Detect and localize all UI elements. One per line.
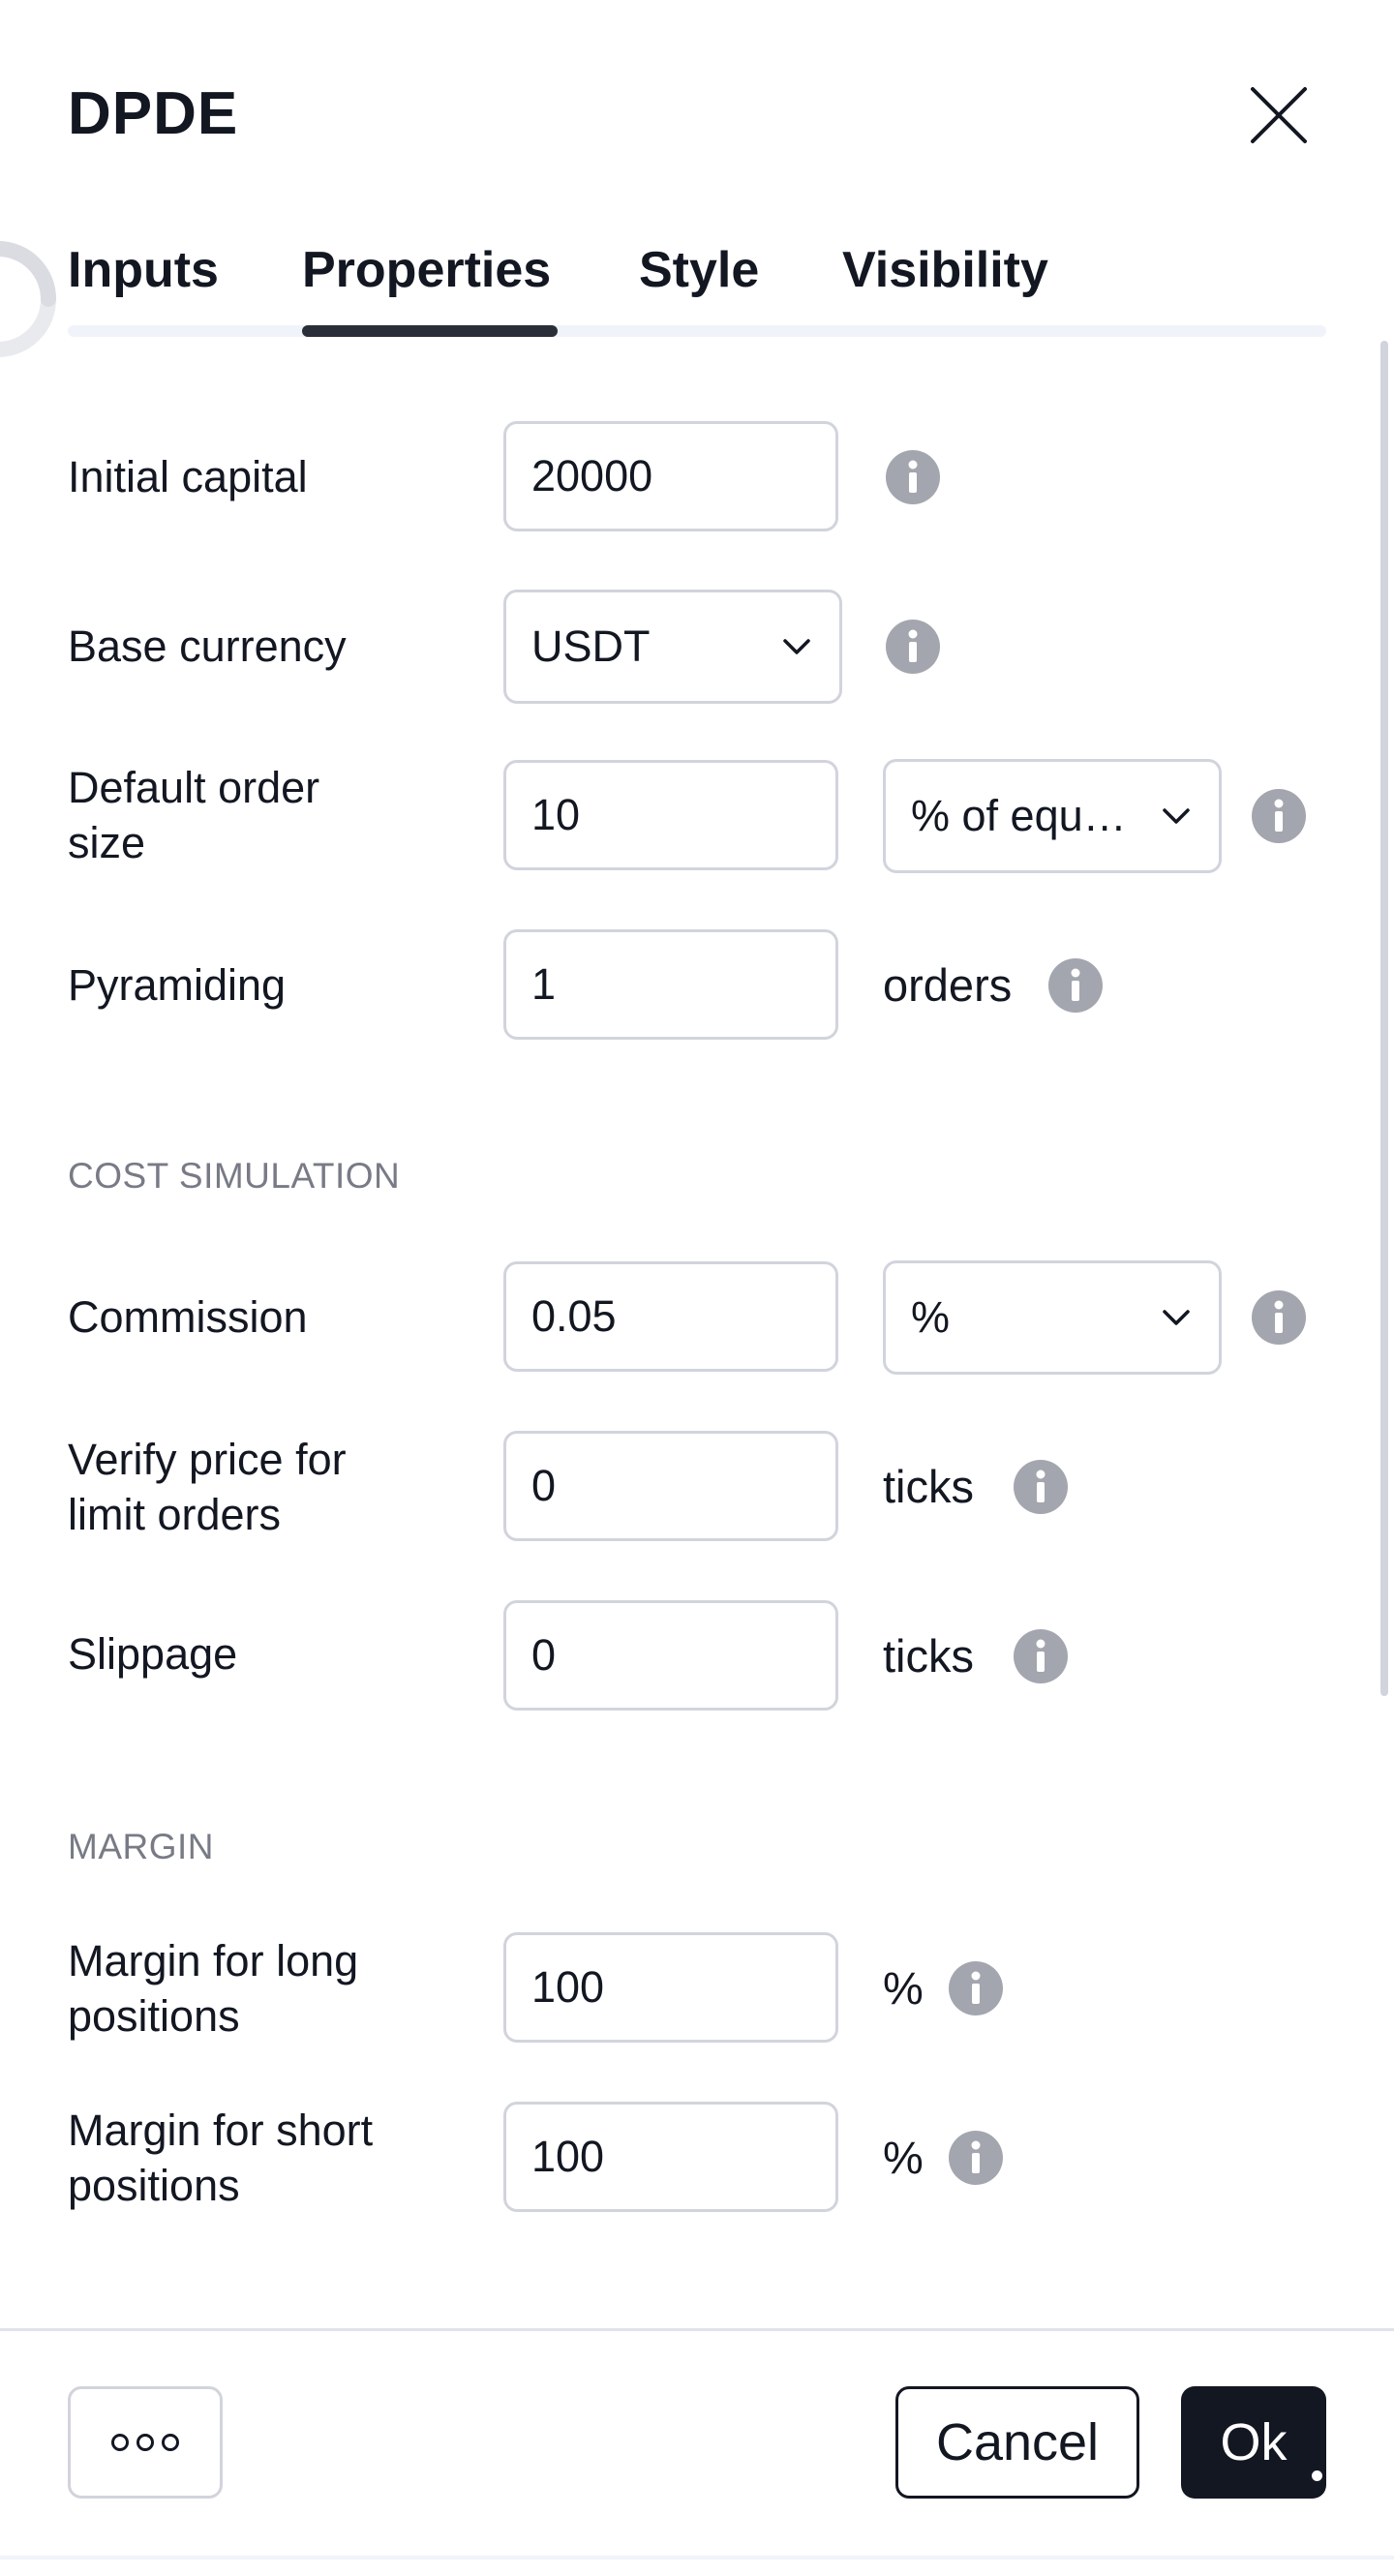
bottom-edge — [0, 2556, 1394, 2560]
pyramiding-unit: orders — [883, 959, 1013, 1011]
chevron-down-icon — [779, 629, 814, 664]
slippage-label: Slippage — [68, 1629, 238, 1679]
margin-long-input[interactable] — [503, 1932, 838, 2043]
order-size-type-value: % of equ… — [911, 791, 1127, 840]
default-order-size-label-line2: size — [68, 818, 146, 867]
initial-capital-label: Initial capital — [68, 452, 308, 501]
info-icon[interactable] — [1252, 789, 1306, 843]
info-icon[interactable] — [886, 620, 940, 674]
close-icon[interactable] — [1249, 85, 1309, 145]
verify-price-label-line1: Verify price for — [68, 1435, 347, 1484]
base-currency-label: Base currency — [68, 621, 347, 671]
tab-properties[interactable]: Properties — [302, 236, 551, 304]
default-order-size-label-line1: Default order — [68, 763, 320, 812]
info-icon[interactable] — [1014, 1460, 1068, 1514]
cancel-button[interactable]: Cancel — [895, 2386, 1139, 2499]
commission-type-select[interactable]: % — [883, 1260, 1222, 1375]
margin-heading: MARGIN — [68, 1827, 214, 1866]
tab-visibility[interactable]: Visibility — [842, 236, 1048, 304]
info-icon[interactable] — [1048, 958, 1103, 1013]
verify-price-label-line2: limit orders — [68, 1490, 282, 1539]
ok-button[interactable]: Ok — [1181, 2386, 1326, 2499]
active-tab-indicator — [302, 325, 558, 337]
tab-bar-track — [68, 325, 1326, 337]
margin-long-label-line2: positions — [68, 1991, 240, 2041]
chevron-down-icon — [1159, 799, 1194, 833]
tab-inputs[interactable]: Inputs — [68, 236, 219, 304]
verify-price-input[interactable] — [503, 1431, 838, 1541]
info-icon[interactable] — [886, 450, 940, 504]
more-horizontal-icon — [111, 2434, 179, 2451]
commission-input[interactable] — [503, 1261, 838, 1372]
margin-long-label-line1: Margin for long — [68, 1936, 359, 1985]
order-size-type-select[interactable]: % of equ… — [883, 759, 1222, 873]
base-currency-select[interactable]: USDT — [503, 590, 842, 704]
info-icon[interactable] — [1014, 1629, 1068, 1683]
slippage-unit: ticks — [883, 1630, 974, 1682]
chevron-down-icon — [1159, 1300, 1194, 1335]
footer-divider — [0, 2328, 1394, 2331]
scrollbar[interactable] — [1380, 341, 1388, 1696]
verify-price-unit: ticks — [883, 1461, 974, 1512]
slippage-input[interactable] — [503, 1600, 838, 1711]
margin-short-unit: % — [883, 2132, 924, 2183]
margin-short-input[interactable] — [503, 2102, 838, 2212]
cost-simulation-heading: COST SIMULATION — [68, 1156, 401, 1196]
default-order-size-input[interactable] — [503, 760, 838, 870]
margin-short-label-line1: Margin for short — [68, 2106, 374, 2155]
base-currency-value: USDT — [531, 621, 651, 671]
info-icon[interactable] — [949, 1961, 1003, 2015]
commission-label: Commission — [68, 1292, 308, 1342]
tab-style[interactable]: Style — [639, 236, 759, 304]
dialog-title: DPDE — [68, 80, 239, 147]
pyramiding-input[interactable] — [503, 929, 838, 1040]
more-button[interactable] — [68, 2386, 223, 2499]
initial-capital-input[interactable] — [503, 421, 838, 531]
ok-button-dot — [1312, 2470, 1322, 2481]
loading-spinner-icon — [0, 237, 58, 361]
info-icon[interactable] — [949, 2131, 1003, 2185]
info-icon[interactable] — [1252, 1290, 1306, 1345]
commission-type-value: % — [911, 1292, 951, 1342]
pyramiding-label: Pyramiding — [68, 960, 287, 1010]
margin-short-label-line2: positions — [68, 2161, 240, 2210]
margin-long-unit: % — [883, 1962, 924, 2014]
